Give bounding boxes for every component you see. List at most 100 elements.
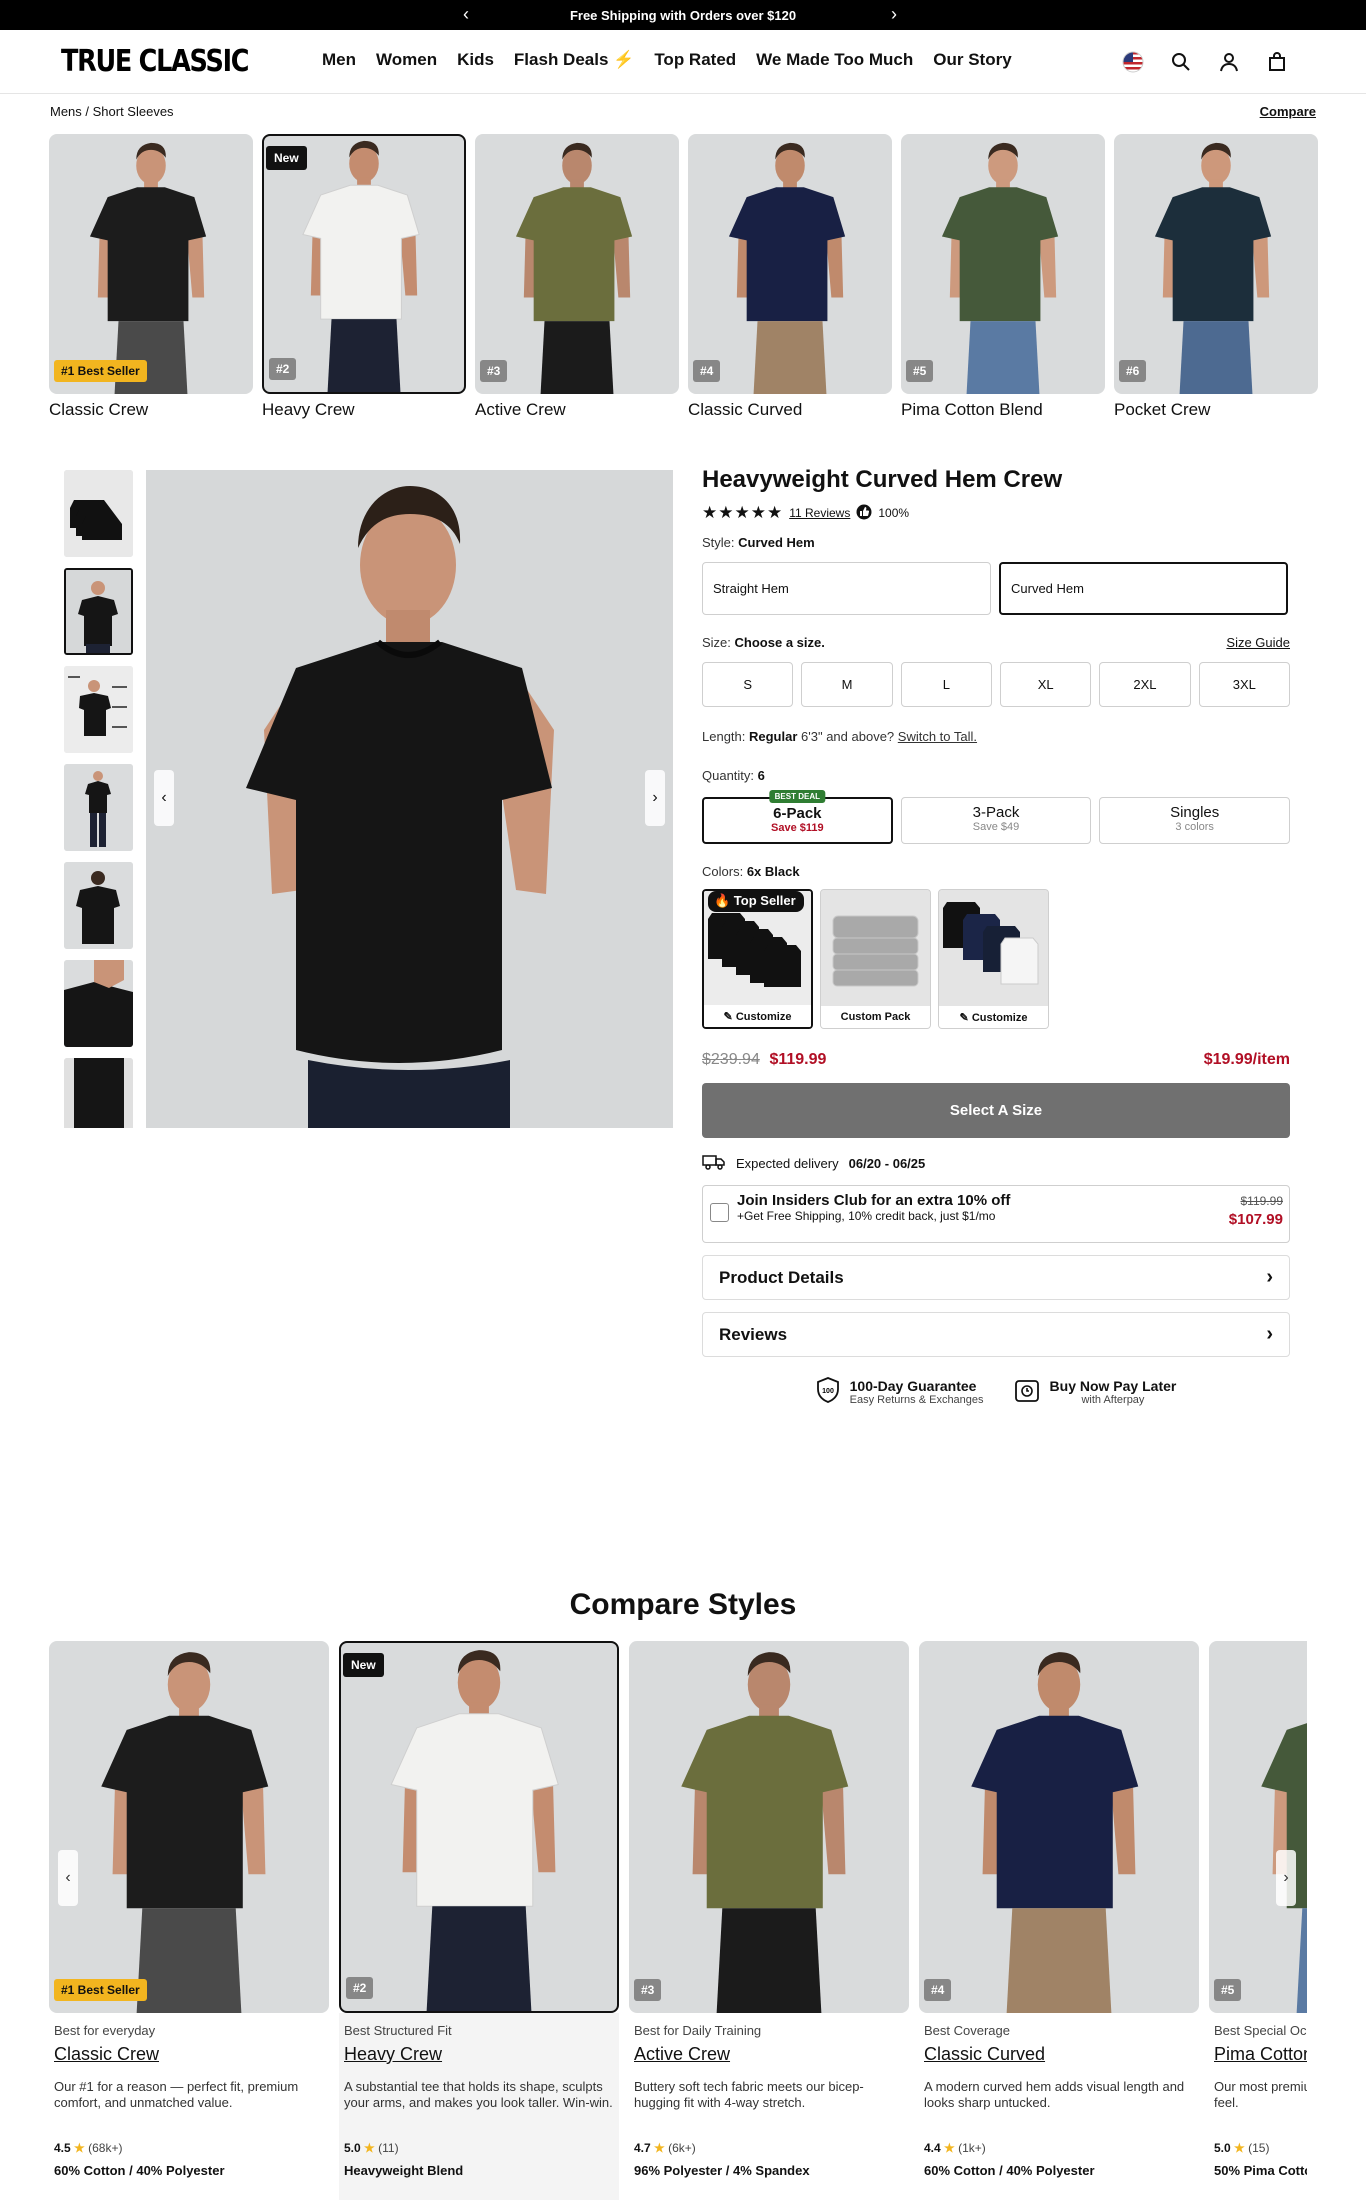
guarantee-item: 100 100-Day Guarantee Easy Returns & Exc… — [816, 1377, 984, 1406]
customize-label[interactable]: ✎ Customize — [704, 1005, 811, 1027]
compare-card[interactable]: #4 Best Coverage Classic Curved A modern cu… — [919, 1641, 1199, 2200]
delivery-dates: 06/20 - 06/25 — [848, 1156, 926, 1171]
site-header: TRUE CLASSIC Men Women Kids Flash Deals … — [0, 30, 1366, 94]
compare-style-link[interactable]: Classic Curved — [924, 2044, 1194, 2065]
swatch-custom-pack[interactable]: Custom Pack — [820, 889, 931, 1029]
pack-option-6[interactable]: BEST DEAL 6-Pack Save $119 — [702, 790, 893, 844]
compare-tagline: Best Coverage — [924, 2023, 1010, 2038]
colors-value: 6x Black — [746, 864, 800, 879]
pack-colors: 3 colors — [1175, 821, 1214, 833]
compare-card[interactable]: #1 Best Seller Best for everyday Classic C… — [49, 1641, 329, 2200]
compare-body: Best Special Occasion Pima Cotton Blend Ou… — [1209, 2013, 1307, 2200]
gallery-prev-button[interactable]: ‹ — [154, 770, 174, 826]
insiders-club-offer[interactable]: Join Insiders Club for an extra 10% off … — [702, 1185, 1290, 1243]
breadcrumb[interactable]: Mens / Short Sleeves — [50, 104, 174, 119]
style-card[interactable]: #4 Classic Curved — [688, 134, 892, 420]
compare-next-button[interactable]: › — [1276, 1850, 1296, 1906]
size-option-2xl[interactable]: 2XL — [1099, 662, 1191, 707]
gallery-thumbnail[interactable] — [64, 666, 133, 753]
rating-score: 4.5 — [54, 2141, 75, 2155]
compare-style-link[interactable]: Heavy Crew — [344, 2044, 614, 2065]
nav-we-made-too-much[interactable]: We Made Too Much — [756, 50, 913, 70]
compare-style-link[interactable]: Pima Cotton Blend — [1214, 2044, 1307, 2065]
compare-body: Best Coverage Classic Curved A modern curv… — [919, 2013, 1199, 2200]
nav-women[interactable]: Women — [376, 50, 437, 70]
customize-label[interactable]: ✎ Customize — [939, 1006, 1048, 1028]
gallery-next-button[interactable]: › — [645, 770, 665, 826]
search-icon[interactable] — [1168, 50, 1194, 74]
rank-badge: #2 — [346, 1977, 374, 1999]
style-card[interactable]: #5 Pima Cotton Blend — [901, 134, 1105, 420]
compare-rating: 5.0 ★ (11) — [344, 2141, 614, 2155]
rating-score: 4.4 — [924, 2141, 945, 2155]
us-flag-icon[interactable] — [1120, 50, 1146, 74]
compare-card[interactable]: #3 Best for Daily Training Active Crew Butt… — [629, 1641, 909, 2200]
custom-pack-label[interactable]: Custom Pack — [821, 1006, 930, 1028]
compare-style-link[interactable]: Active Crew — [634, 2044, 904, 2065]
size-option-m[interactable]: M — [801, 662, 893, 707]
compare-prev-button[interactable]: ‹ — [58, 1850, 78, 1906]
size-label-row: Size: Choose a size. Size Guide — [702, 635, 1290, 650]
nav-men[interactable]: Men — [322, 50, 356, 70]
accordion-label: Product Details — [719, 1267, 844, 1287]
gallery-thumbnail[interactable] — [64, 960, 133, 1047]
chevron-left-icon[interactable]: ‹ — [463, 4, 469, 25]
gallery-thumbnail[interactable] — [64, 862, 133, 949]
style-card[interactable]: #1 Best Seller Classic Crew — [49, 134, 253, 420]
account-icon[interactable] — [1216, 50, 1242, 74]
add-to-cart-button[interactable]: Select A Size — [702, 1083, 1290, 1138]
gallery-thumbnail[interactable] — [64, 1058, 133, 1128]
swatch-mixed-pack[interactable]: ✎ Customize — [938, 889, 1049, 1029]
style-selector-strip: #1 Best Seller Classic Crew New #2 Heavy Cr… — [49, 134, 1318, 420]
delivery-row: Expected delivery 06/20 - 06/25 — [702, 1154, 1290, 1173]
insiders-subtitle: +Get Free Shipping, 10% credit back, jus… — [737, 1209, 996, 1223]
compare-description: A substantial tee that holds its shape, … — [344, 2079, 613, 2110]
switch-to-tall-link[interactable]: Switch to Tall. — [898, 729, 977, 744]
style-image: #4 — [688, 134, 892, 394]
style-card[interactable]: #6 Pocket Crew — [1114, 134, 1318, 420]
pack-option-singles[interactable]: Singles 3 colors — [1099, 797, 1291, 844]
rank-badge: #1 Best Seller — [54, 1979, 147, 2001]
size-option-l[interactable]: L — [900, 662, 992, 707]
style-image: #3 — [475, 134, 679, 394]
reviews-link[interactable]: 11 Reviews — [789, 506, 850, 520]
rank-badge: #6 — [1119, 360, 1147, 382]
cart-icon[interactable] — [1264, 50, 1290, 74]
size-guide-link[interactable]: Size Guide — [1226, 635, 1290, 650]
pack-option-3[interactable]: 3-Pack Save $49 — [900, 797, 1092, 844]
product-details-accordion[interactable]: Product Details › — [702, 1255, 1290, 1300]
compare-fabric: Heavyweight Blend — [344, 2163, 464, 2178]
brand-logo[interactable]: TRUE CLASSIC — [61, 44, 250, 79]
nav-flash-deals[interactable]: Flash Deals ⚡ — [514, 50, 634, 70]
style-card[interactable]: New #2 Heavy Crew — [262, 134, 466, 420]
size-option-s[interactable]: S — [702, 662, 794, 707]
nav-top-rated[interactable]: Top Rated — [654, 50, 736, 70]
chevron-right-icon[interactable]: › — [891, 4, 897, 25]
header-icons — [1120, 50, 1290, 74]
rating-count: (11) — [378, 2141, 399, 2155]
delivery-label: Expected delivery — [736, 1156, 839, 1171]
style-card[interactable]: #3 Active Crew — [475, 134, 679, 420]
nav-kids[interactable]: Kids — [457, 50, 494, 70]
compare-link[interactable]: Compare — [1260, 104, 1316, 119]
insiders-checkbox[interactable] — [710, 1203, 729, 1222]
style-image: New #2 — [262, 134, 466, 394]
gallery-thumbnail-active[interactable] — [64, 568, 133, 655]
gallery-thumbnails — [64, 470, 134, 1128]
hem-option-straight[interactable]: Straight Hem — [702, 562, 991, 615]
size-option-xl[interactable]: XL — [999, 662, 1092, 707]
compare-style-link[interactable]: Classic Crew — [54, 2044, 324, 2065]
hem-option-curved[interactable]: Curved Hem — [999, 562, 1288, 615]
gallery-thumbnail[interactable] — [64, 764, 133, 851]
rank-badge: #3 — [480, 360, 508, 382]
compare-card[interactable]: #5 Best Special Occasion Pima Cotton Blend… — [1209, 1641, 1307, 2200]
size-option-3xl[interactable]: 3XL — [1198, 662, 1290, 707]
bnpl-subtitle: with Afterpay — [1081, 1393, 1145, 1406]
rating-count: (6k+) — [668, 2141, 696, 2155]
gallery-thumbnail[interactable] — [64, 470, 133, 557]
nav-our-story[interactable]: Our Story — [933, 50, 1011, 70]
compare-card[interactable]: New #2 Best Structured Fit Heavy Crew A subs… — [339, 1641, 619, 2200]
reviews-accordion[interactable]: Reviews › — [702, 1312, 1290, 1357]
swatch-black-6pack[interactable]: 🔥 Top Seller ✎ Customize — [702, 889, 813, 1029]
rank-badge: #4 — [693, 360, 721, 382]
